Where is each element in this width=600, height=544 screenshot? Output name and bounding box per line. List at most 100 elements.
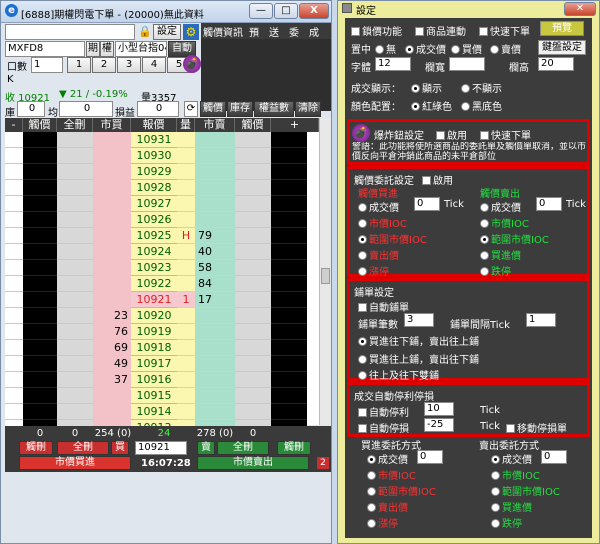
ladder-cell[interactable] [235,356,271,372]
ladder-cell[interactable] [57,196,93,212]
height-select[interactable]: 20 [538,57,574,71]
ladder-cell[interactable] [271,388,307,404]
fill-opt-2[interactable]: 買進往上鋪，賣出往下鋪 [358,351,479,366]
buy-qty-cell[interactable] [93,164,131,180]
header-minus[interactable]: - [5,118,23,132]
sell-qty-cell[interactable] [195,324,235,340]
trigger-sell-option-3[interactable]: 範圍市價IOC [480,231,549,246]
ladder-cell[interactable] [5,164,23,180]
buy-order-option-4-radio[interactable] [367,503,376,512]
ladder-cell[interactable] [235,212,271,228]
trigger-buy-option-1[interactable]: 成交價 [358,199,399,214]
sell-qty-cell[interactable] [195,356,235,372]
sell-qty-cell[interactable] [195,340,235,356]
ladder-cell[interactable] [271,180,307,196]
sell-order-option-3[interactable]: 範圍市價IOC [491,483,560,498]
inventory-button[interactable]: 庫存 [227,101,253,117]
ladder-cell[interactable] [23,356,57,372]
contract-select[interactable]: 小型台指04 [115,41,167,57]
fill-count-input[interactable]: 3 [404,313,434,327]
right-button[interactable]: 權 [100,41,114,57]
ladder-cell[interactable] [23,260,57,276]
ladder-cell[interactable] [5,244,23,260]
deal-show-radio[interactable] [411,84,420,93]
color-black-radio[interactable] [461,102,470,111]
trigger-buy-option-2-radio[interactable] [358,219,367,228]
buy-qty-cell[interactable] [93,276,131,292]
fill-auto-checkbox[interactable] [358,303,367,312]
center-none[interactable]: 無 [375,41,396,56]
color-red-green-radio[interactable] [411,102,420,111]
ladder-cell[interactable] [23,196,57,212]
trigger-buy-option-5[interactable]: 漲停 [358,263,389,278]
buy-qty-cell[interactable] [93,180,131,196]
ladder-buy-col[interactable]: 23 76 69 49 37 [93,132,131,452]
trigger-delete-sell-button[interactable]: 觸刪 [277,441,311,455]
settings-button[interactable]: 設定 [153,24,181,40]
fill-opt-1-radio[interactable] [358,337,367,346]
equity-button[interactable]: 權益數 [254,101,294,117]
sell-order-option-5[interactable]: 跌停 [491,515,522,530]
ladder-cell[interactable] [57,324,93,340]
tab-order[interactable]: 委 [289,24,299,39]
ladder-cell[interactable] [57,260,93,276]
buy-order-option-3-radio[interactable] [367,487,376,496]
sell-qty-cell[interactable]: 40 [195,244,235,260]
sell-qty-cell[interactable]: 79 [195,228,235,244]
sell-order-option-4-radio[interactable] [491,503,500,512]
trigger-sell-option-4[interactable]: 買進價 [480,247,521,262]
ladder-trigger-buy-col[interactable] [23,132,57,452]
ladder-cell[interactable] [5,148,23,164]
ladder-cell[interactable] [235,164,271,180]
ladder-cell[interactable] [271,196,307,212]
font-select[interactable]: 12 [375,57,411,71]
minimize-button[interactable]: — [249,3,273,19]
qty-preset-1[interactable]: 1 [67,57,91,73]
ladder-cell[interactable] [57,164,93,180]
ladder-cell[interactable] [271,212,307,228]
ladder-cell[interactable] [23,244,57,260]
fill-opt-3[interactable]: 往上及往下雙鋪 [358,367,439,382]
market-buy-button[interactable]: 市價買進 [19,456,131,470]
center-deal[interactable]: 成交價 [405,41,446,56]
settings-close-button[interactable]: ✕ [564,2,596,16]
ladder-cell[interactable] [5,388,23,404]
sell-qty-cell[interactable]: 17 [195,292,235,308]
keyboard-settings-button[interactable]: 鍵盤設定 [538,40,586,55]
ladder-cell[interactable] [5,180,23,196]
tab-trigger-info[interactable]: 觸價資訊 [203,24,243,39]
ladder-cell[interactable] [57,292,93,308]
fill-opt-2-radio[interactable] [358,355,367,364]
ladder-cell[interactable] [57,148,93,164]
buy-order-tick-input[interactable]: 0 [417,450,443,464]
buy-order-option-1[interactable]: 成交價 [367,451,408,466]
trigger-delete-buy-button[interactable]: 觸刪 [19,441,53,455]
ladder-cell[interactable] [23,308,57,324]
tab-preview[interactable]: 預 [249,24,259,39]
auto-profit[interactable]: 自動停利 [358,404,409,419]
ladder-cell[interactable] [271,340,307,356]
ladder-cell[interactable] [5,260,23,276]
trigger-enable[interactable]: 啟用 [422,172,453,187]
market-sell-button[interactable]: 市價賣出 [197,456,309,470]
tab-fill[interactable]: 成 [309,24,319,39]
ladder-cell[interactable] [23,164,57,180]
ladder-cell[interactable] [235,228,271,244]
ladder-cell[interactable] [23,324,57,340]
clear-button[interactable]: 清除 [295,101,321,117]
delete-all-sell-button[interactable]: 全刪 [217,441,269,455]
trigger-buy-option-3[interactable]: 範圍市價IOC [358,231,427,246]
sell-order-option-1-radio[interactable] [491,455,500,464]
ladder-cell[interactable] [271,404,307,420]
buy-order-option-5[interactable]: 漲停 [367,515,398,530]
close-button[interactable]: X [299,3,329,19]
ladder-cell[interactable] [23,228,57,244]
bomb-fast[interactable]: 快速下單 [480,127,531,142]
ladder-cell[interactable] [271,276,307,292]
auto-profit-checkbox[interactable] [358,408,367,417]
buy-qty-cell[interactable]: 37 [93,372,131,388]
loss-input[interactable]: -25 [424,418,454,432]
ladder-cell[interactable] [57,372,93,388]
auto-loss[interactable]: 自動停損 [358,420,409,435]
ladder-cell[interactable] [57,212,93,228]
